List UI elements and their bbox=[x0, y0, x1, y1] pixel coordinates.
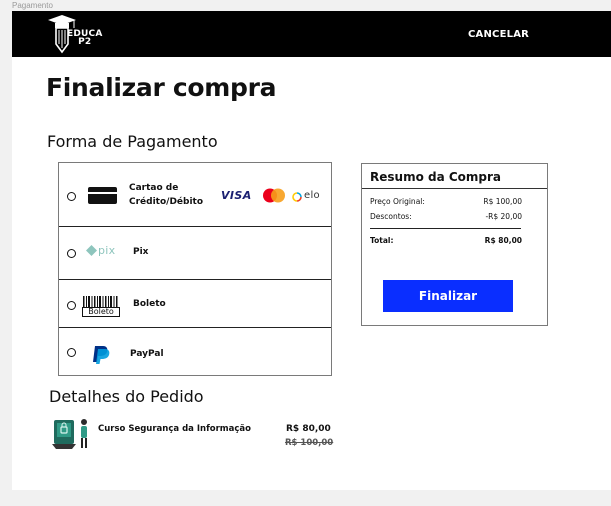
mastercard-icon bbox=[263, 188, 285, 203]
payment-option-boleto[interactable]: Boleto Boleto bbox=[59, 280, 331, 328]
page-title: Finalizar compra bbox=[46, 73, 277, 102]
radio-paypal[interactable] bbox=[67, 348, 76, 357]
checkout-page: EDUCA P2 CANCELAR Finalizar compra Forma… bbox=[12, 11, 611, 490]
payment-section-title: Forma de Pagamento bbox=[47, 132, 218, 151]
summary-row-total: Total: R$ 80,00 bbox=[370, 236, 522, 246]
summary-row-discount: Descontos: -R$ 20,00 bbox=[370, 212, 522, 222]
pix-icon bbox=[86, 245, 97, 256]
course-price: R$ 80,00 bbox=[286, 424, 331, 434]
course-name: Curso Segurança da Informação bbox=[98, 424, 252, 434]
finalize-button[interactable]: Finalizar bbox=[383, 280, 513, 312]
original-label: Preço Original: bbox=[370, 197, 425, 206]
paypal-icon bbox=[93, 346, 110, 364]
payment-methods-list: Cartao de Crédito/Débito VISA elo pix Pi… bbox=[58, 162, 332, 376]
credit-card-icon bbox=[88, 187, 117, 204]
summary-title: Resumo da Compra bbox=[370, 170, 502, 184]
summary-row-original: Preço Original: R$ 100,00 bbox=[370, 197, 522, 207]
radio-pix[interactable] bbox=[67, 249, 76, 258]
order-details-title: Detalhes do Pedido bbox=[49, 387, 204, 406]
total-divider bbox=[370, 228, 521, 229]
logo-line2: P2 bbox=[78, 37, 92, 47]
summary-divider bbox=[362, 188, 547, 189]
pix-label: Pix bbox=[133, 247, 149, 257]
boleto-label: Boleto bbox=[133, 299, 166, 309]
frame-label: Pagamento bbox=[12, 1, 53, 10]
logo-text: EDUCA P2 bbox=[67, 30, 103, 47]
card-label-line1: Cartao de bbox=[129, 183, 179, 193]
total-value: R$ 80,00 bbox=[484, 236, 522, 245]
total-label: Total: bbox=[370, 236, 394, 245]
barcode-icon-text: Boleto bbox=[82, 307, 120, 317]
card-label: Cartao de Crédito/Débito bbox=[129, 181, 203, 209]
elo-icon bbox=[292, 192, 302, 202]
card-label-line2: Crédito/Débito bbox=[129, 197, 204, 207]
elo-logo: elo bbox=[304, 190, 320, 201]
discount-value: -R$ 20,00 bbox=[485, 212, 522, 221]
visa-logo: VISA bbox=[221, 189, 252, 202]
order-summary: Resumo da Compra Preço Original: R$ 100,… bbox=[361, 163, 548, 326]
radio-boleto[interactable] bbox=[67, 301, 76, 310]
paypal-label: PayPal bbox=[130, 349, 164, 359]
course-old-price: R$ 100,00 bbox=[285, 438, 334, 448]
top-bar: EDUCA P2 CANCELAR bbox=[12, 11, 611, 57]
payment-option-pix[interactable]: pix Pix bbox=[59, 227, 331, 280]
pix-logo-text: pix bbox=[98, 244, 116, 257]
payment-option-card[interactable]: Cartao de Crédito/Débito VISA elo bbox=[59, 163, 331, 227]
original-value: R$ 100,00 bbox=[483, 197, 522, 206]
discount-label: Descontos: bbox=[370, 212, 412, 221]
course-thumbnail-icon bbox=[52, 419, 87, 449]
payment-option-paypal[interactable]: PayPal bbox=[59, 328, 331, 375]
radio-card[interactable] bbox=[67, 192, 76, 201]
cancel-button[interactable]: CANCELAR bbox=[468, 29, 529, 40]
